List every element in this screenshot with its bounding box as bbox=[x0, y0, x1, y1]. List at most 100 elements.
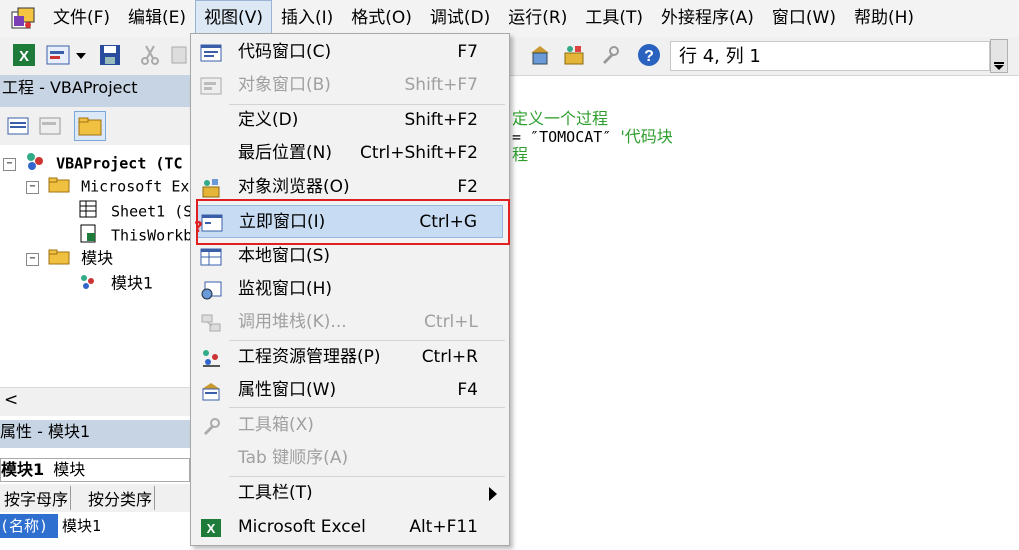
tree-item-label: Sheet1 (Sh bbox=[111, 202, 202, 221]
properties-tabs: 按字母序 按分类序 bbox=[0, 484, 190, 512]
excel-view-icon[interactable]: X bbox=[12, 43, 36, 67]
object-window-icon bbox=[200, 75, 222, 95]
submenu-arrow-icon bbox=[489, 487, 497, 501]
svg-text:?: ? bbox=[644, 48, 654, 65]
worksheet-icon bbox=[78, 199, 102, 225]
code-comment: '代码块 bbox=[620, 127, 673, 146]
view-menu-call-stack[interactable]: 调用堆栈(K)... Ctrl+L bbox=[191, 306, 509, 339]
menu-item-label: Microsoft Excel bbox=[238, 517, 366, 537]
tree-item-modules[interactable]: − 模块 bbox=[26, 247, 113, 269]
tree-item-label: VBAProject (TC bbox=[56, 154, 183, 173]
menu-item-shortcut: Shift+F2 bbox=[404, 110, 478, 130]
menu-insert[interactable]: 插入(I) bbox=[272, 0, 342, 37]
view-object-icon[interactable] bbox=[38, 114, 62, 138]
menu-run[interactable]: 运行(R) bbox=[499, 0, 576, 37]
watch-window-icon bbox=[200, 279, 222, 300]
property-row-name[interactable]: (名称) 模块1 bbox=[0, 514, 190, 538]
copy-icon[interactable] bbox=[170, 43, 188, 67]
project-explorer-icon bbox=[200, 347, 222, 367]
collapse-toggle-icon[interactable]: − bbox=[3, 157, 16, 171]
toolbox-shapes-icon[interactable] bbox=[562, 43, 586, 67]
object-browser-toolbar-icon[interactable] bbox=[528, 43, 552, 67]
menu-item-shortcut: Ctrl+L bbox=[424, 312, 478, 332]
code-string: = ″TOMOCAT″ bbox=[512, 128, 621, 146]
view-menu-object-window[interactable]: 对象窗口(B) Shift+F7 bbox=[191, 69, 509, 102]
view-menu-watch-window[interactable]: 监视窗口(H) bbox=[191, 273, 509, 306]
menu-item-shortcut: F7 bbox=[457, 42, 478, 62]
vba-app-icon[interactable] bbox=[10, 6, 36, 32]
menu-item-shortcut: F4 bbox=[457, 380, 478, 400]
view-menu-project-explorer[interactable]: 工程资源管理器(P) Ctrl+R bbox=[191, 341, 509, 374]
view-menu-last-position[interactable]: 最后位置(N) Ctrl+Shift+F2 bbox=[191, 137, 509, 170]
annotation-highlight-box bbox=[196, 199, 510, 245]
menu-addins[interactable]: 外接程序(A) bbox=[652, 0, 763, 37]
menu-edit[interactable]: 编辑(E) bbox=[119, 0, 195, 37]
tree-item-vbaproject[interactable]: − VBAProject (TC bbox=[3, 151, 183, 173]
menu-item-label: 工具箱(X) bbox=[238, 415, 314, 435]
menu-view[interactable]: 视图(V) bbox=[195, 0, 272, 37]
view-menu-code-window[interactable]: 代码窗口(C) F7 bbox=[191, 36, 509, 69]
menu-tools[interactable]: 工具(T) bbox=[576, 0, 652, 37]
object-type: 模块 bbox=[53, 460, 86, 479]
property-key: (名称) bbox=[0, 514, 58, 538]
properties-object-combo[interactable]: 模块1 模块 bbox=[0, 458, 190, 482]
object-browser-icon bbox=[200, 177, 222, 198]
tree-item-module1[interactable]: 模块1 bbox=[78, 271, 153, 293]
folder-open-icon bbox=[48, 247, 72, 271]
menu-item-label: 代码窗口(C) bbox=[238, 42, 332, 62]
toggle-folders-icon[interactable] bbox=[74, 111, 106, 141]
code-assignment-line: = ″TOMOCAT″ '代码块 bbox=[512, 127, 673, 147]
tab-categorized[interactable]: 按分类序 bbox=[86, 486, 156, 510]
cursor-position-readout: 行 4, 列 1 bbox=[670, 41, 990, 71]
view-menu-tab-order[interactable]: Tab 键顺序(A) bbox=[191, 442, 509, 475]
project-tree-hscrollbar[interactable]: < bbox=[0, 387, 190, 416]
tree-item-excel-objects[interactable]: − Microsoft Exc bbox=[26, 175, 198, 197]
module-icon bbox=[78, 271, 102, 297]
view-code-icon[interactable] bbox=[6, 114, 30, 138]
scroll-left-arrow-icon[interactable]: < bbox=[4, 390, 18, 410]
vba-project-icon bbox=[25, 151, 47, 177]
cut-icon[interactable] bbox=[138, 43, 162, 67]
menu-separator bbox=[229, 407, 505, 408]
view-menu-properties-window[interactable]: 属性窗口(W) F4 bbox=[191, 374, 509, 407]
menu-format[interactable]: 格式(O) bbox=[342, 0, 421, 37]
menu-item-label: 最后位置(N) bbox=[238, 143, 332, 163]
view-menu-definition[interactable]: 定义(D) Shift+F2 bbox=[191, 104, 509, 137]
tools-wrench-icon[interactable] bbox=[598, 43, 622, 67]
toolbar-overflow-button[interactable] bbox=[990, 39, 1008, 73]
dropdown-arrow-icon[interactable] bbox=[74, 43, 88, 67]
menu-window[interactable]: 窗口(W) bbox=[763, 0, 845, 37]
save-icon[interactable] bbox=[98, 43, 122, 67]
menu-item-label: 工具栏(T) bbox=[238, 483, 313, 503]
tree-item-thisworkbook[interactable]: ThisWorkbo bbox=[78, 223, 201, 245]
menu-bar: 文件(F) 编辑(E) 视图(V) 插入(I) 格式(O) 调试(D) 运行(R… bbox=[0, 0, 1019, 37]
tree-item-label: 模块 bbox=[81, 248, 114, 268]
toolbox-icon bbox=[200, 415, 222, 435]
collapse-toggle-icon[interactable]: − bbox=[26, 252, 39, 266]
menu-help[interactable]: 帮助(H) bbox=[845, 0, 923, 37]
tree-item-label: Microsoft Exc bbox=[81, 177, 199, 196]
menu-item-label: 对象窗口(B) bbox=[238, 75, 331, 95]
view-menu-toolbars[interactable]: 工具栏(T) bbox=[191, 477, 509, 510]
view-menu-microsoft-excel[interactable]: X Microsoft Excel Alt+F11 bbox=[191, 511, 509, 544]
menu-item-label: 调用堆栈(K)... bbox=[238, 312, 347, 332]
menu-item-label: 工程资源管理器(P) bbox=[238, 347, 381, 367]
insert-userform-icon[interactable] bbox=[46, 43, 70, 67]
tab-alphabetic[interactable]: 按字母序 bbox=[2, 486, 72, 510]
help-icon[interactable]: ? bbox=[637, 43, 661, 67]
properties-window-icon bbox=[200, 380, 222, 401]
svg-text:X: X bbox=[207, 521, 216, 536]
menu-item-shortcut: Ctrl+Shift+F2 bbox=[360, 143, 478, 163]
project-pane-toolbar bbox=[0, 107, 190, 145]
menu-item-label: Tab 键顺序(A) bbox=[238, 448, 349, 468]
menu-debug[interactable]: 调试(D) bbox=[421, 0, 499, 37]
workbook-icon bbox=[78, 223, 102, 249]
menu-item-label: 属性窗口(W) bbox=[238, 380, 337, 400]
collapse-toggle-icon[interactable]: − bbox=[26, 180, 39, 194]
view-menu-toolbox[interactable]: 工具箱(X) bbox=[191, 409, 509, 442]
tree-item-sheet1[interactable]: Sheet1 (Sh bbox=[78, 199, 201, 221]
project-pane-title: 工程 - VBAProject bbox=[0, 75, 192, 107]
menu-file[interactable]: 文件(F) bbox=[44, 0, 119, 37]
property-value[interactable]: 模块1 bbox=[62, 514, 101, 538]
view-menu-dropdown: 代码窗口(C) F7 对象窗口(B) Shift+F7 定义(D) Shift+… bbox=[190, 33, 510, 546]
